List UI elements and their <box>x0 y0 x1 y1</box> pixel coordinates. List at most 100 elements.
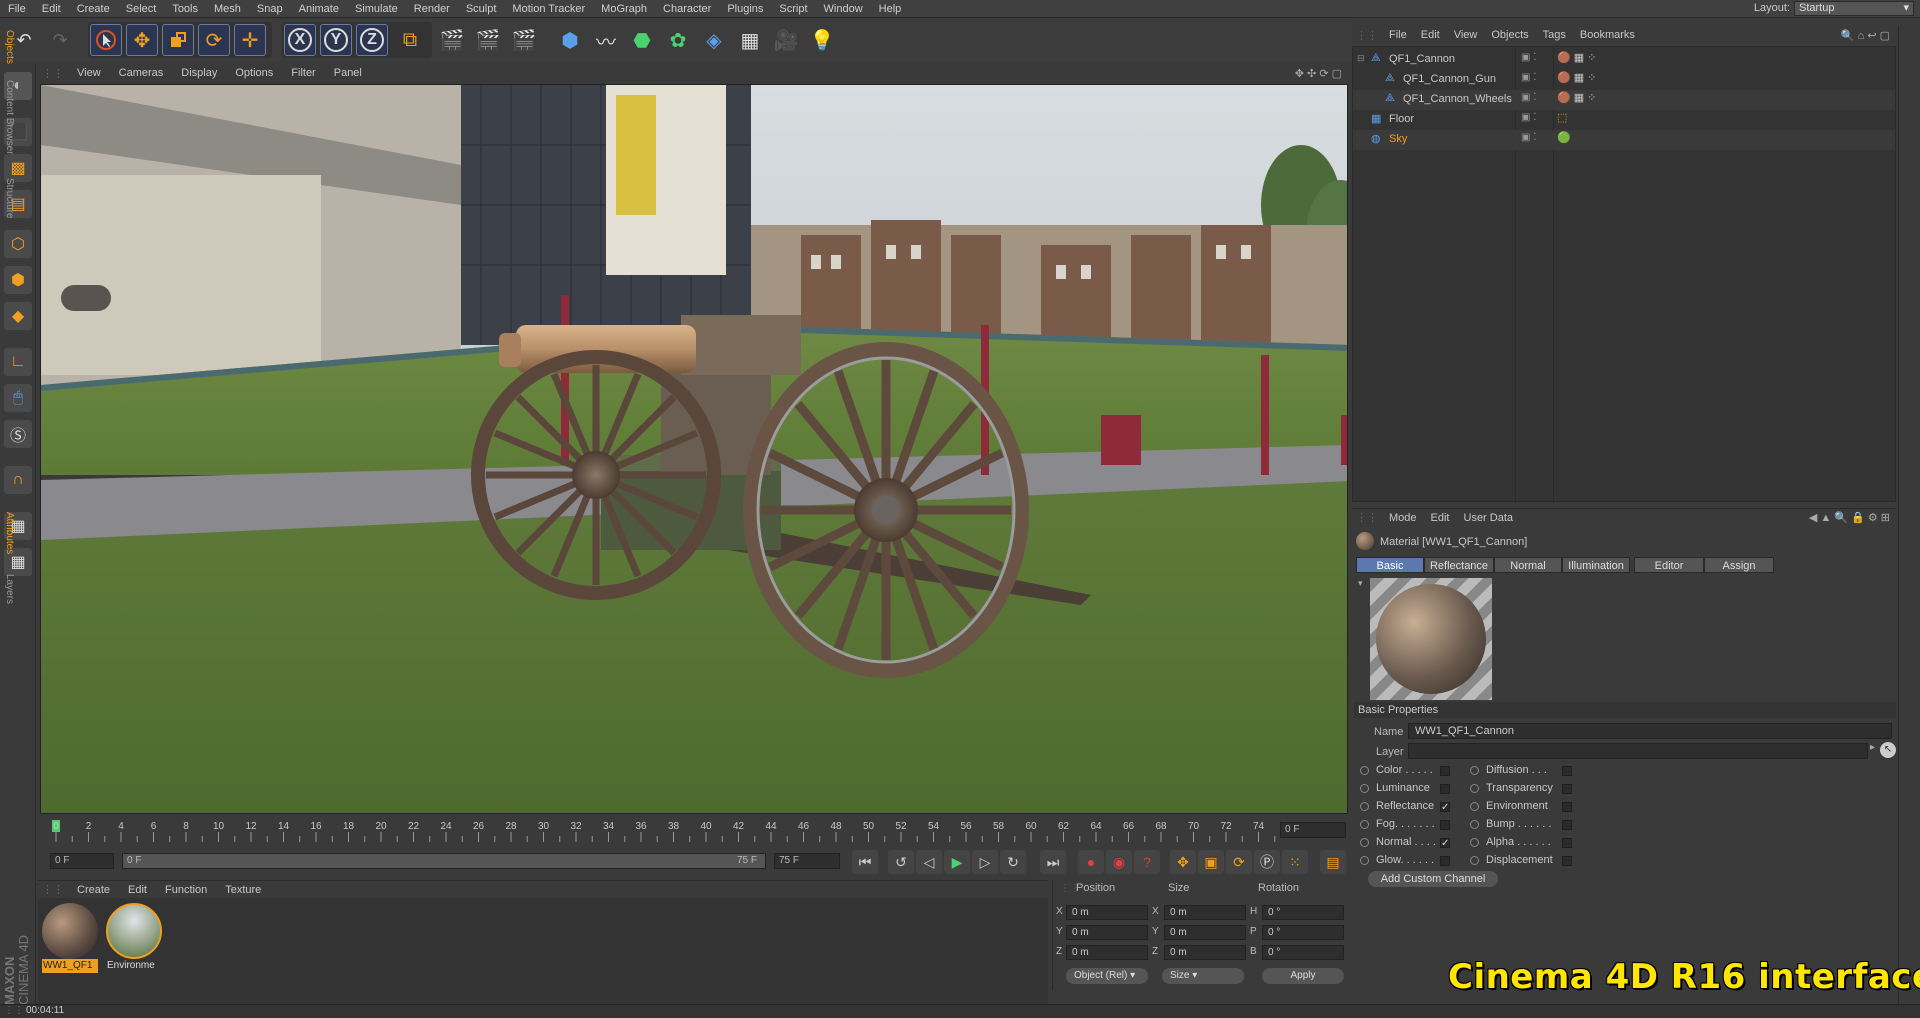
menu-snap[interactable]: Snap <box>249 3 291 15</box>
render-picture-viewer-icon[interactable]: 🎬 <box>472 24 504 56</box>
menu-sculpt[interactable]: Sculpt <box>458 3 505 15</box>
size-mode-select[interactable]: Size ▾ <box>1162 968 1244 984</box>
subdivision-surface-icon[interactable]: ⬣ <box>626 24 658 56</box>
visibility-dots-icon[interactable]: ▣ ⁚ <box>1521 52 1536 63</box>
viewport-menu-display[interactable]: Display <box>172 67 226 79</box>
object-row[interactable]: ⟁ QF1_Cannon_Gun ▣ ⁚ 🟤 ▦ ⁘ <box>1353 70 1895 90</box>
layer-picker-icon[interactable]: ↖ <box>1880 742 1896 758</box>
om-menu-edit[interactable]: Edit <box>1414 29 1447 41</box>
floor-scene-icon[interactable]: ▦ <box>734 24 766 56</box>
material-swatch[interactable]: WW1_QF1 <box>42 903 100 977</box>
radio-diffusion[interactable] <box>1470 766 1479 775</box>
radio-normal[interactable] <box>1360 838 1369 847</box>
channel-normal-checkbox[interactable]: ✓ <box>1440 838 1450 849</box>
radio-fog[interactable] <box>1360 820 1369 829</box>
collapse-arrow-icon[interactable]: ▾ <box>1358 578 1363 589</box>
channel-luminance-checkbox[interactable] <box>1440 784 1450 794</box>
material-swatch[interactable]: Environme <box>106 903 164 977</box>
channel-alpha-checkbox[interactable] <box>1562 838 1572 848</box>
layout-select[interactable]: Startup ▾ <box>1794 1 1914 16</box>
next-key-icon[interactable]: ↻ <box>1000 850 1026 874</box>
add-custom-channel-button[interactable]: Add Custom Channel <box>1368 871 1498 887</box>
viewport-menu-cameras[interactable]: Cameras <box>110 67 173 79</box>
attr-toolbar-icons[interactable]: ◀ ▲ 🔍 🔒 ⚙ ⊞ <box>1809 511 1896 524</box>
attr-menu-mode[interactable]: Mode <box>1382 512 1424 524</box>
scale-icon[interactable] <box>162 24 194 56</box>
object-row[interactable]: ▦ Floor ▣ ⁚ ⬚ <box>1353 110 1895 130</box>
side-tab-structure[interactable]: Structure <box>4 178 15 219</box>
viewport-3d[interactable] <box>40 84 1348 814</box>
attr-menu-user-data[interactable]: User Data <box>1457 512 1521 524</box>
channel-glow-checkbox[interactable] <box>1440 856 1450 866</box>
visibility-dots-icon[interactable]: ▣ ⁚ <box>1521 92 1536 103</box>
layer-field[interactable] <box>1408 743 1868 759</box>
menu-render[interactable]: Render <box>406 3 458 15</box>
render-view-icon[interactable]: 🎬 <box>436 24 468 56</box>
radio-transparency[interactable] <box>1470 784 1479 793</box>
tab-reflectance[interactable]: Reflectance <box>1424 557 1494 573</box>
visibility-dots-icon[interactable]: ▣ ⁚ <box>1521 132 1536 143</box>
menu-simulate[interactable]: Simulate <box>347 3 406 15</box>
axis-mode-icon[interactable]: ∟ <box>4 348 32 376</box>
current-frame-field[interactable]: 0 F <box>1280 822 1346 838</box>
layer-arrow-icon[interactable]: ▸ <box>1870 742 1875 753</box>
om-toolbar-icons[interactable]: 🔍 ⌂ ↩ ▢ <box>1841 29 1896 42</box>
cube-object-icon[interactable]: ⬢ <box>554 24 586 56</box>
material-tag-icon[interactable]: 🟤 ▦ ⁘ <box>1557 71 1596 84</box>
key-pla-icon[interactable]: ⁙ <box>1282 850 1308 874</box>
coordinate-mode-select[interactable]: Object (Rel) ▾ <box>1066 968 1148 984</box>
expand-icon[interactable]: ⊟ <box>1357 53 1365 64</box>
live-selection-icon[interactable] <box>90 24 122 56</box>
apply-button[interactable]: Apply <box>1262 968 1344 984</box>
om-menu-tags[interactable]: Tags <box>1536 29 1573 41</box>
start-frame-field[interactable]: 0 F <box>50 853 114 869</box>
object-row[interactable]: ⟁ QF1_Cannon_Wheels ▣ ⁚ 🟤 ▦ ⁘ <box>1353 90 1895 110</box>
rot-p-field[interactable]: 0 ° <box>1262 925 1344 940</box>
channel-environment-checkbox[interactable] <box>1562 802 1572 812</box>
menu-character[interactable]: Character <box>655 3 719 15</box>
viewport-navigation-icons[interactable]: ✥ ✣ ⟳ ▢ <box>1295 67 1348 80</box>
edges-mode-icon[interactable]: ⬢ <box>4 266 32 294</box>
material-preview-large[interactable] <box>1370 578 1492 700</box>
radio-glow[interactable] <box>1360 856 1369 865</box>
radio-luminance[interactable] <box>1360 784 1369 793</box>
menu-mograph[interactable]: MoGraph <box>593 3 655 15</box>
timeline-window-icon[interactable]: ▤ <box>1320 850 1346 874</box>
om-menu-bookmarks[interactable]: Bookmarks <box>1573 29 1642 41</box>
menu-plugins[interactable]: Plugins <box>719 3 771 15</box>
deformer-icon[interactable]: ◈ <box>698 24 730 56</box>
size-z-field[interactable]: 0 m <box>1164 945 1246 960</box>
tab-illumination[interactable]: Illumination <box>1562 557 1630 573</box>
preview-range-slider[interactable]: 0 F 75 F <box>122 853 766 869</box>
x-axis-lock-icon[interactable]: X <box>284 24 316 56</box>
channel-reflectance-checkbox[interactable]: ✓ <box>1440 802 1450 813</box>
pos-y-field[interactable]: 0 m <box>1066 925 1148 940</box>
tab-normal[interactable]: Normal <box>1494 557 1562 573</box>
tab-editor[interactable]: Editor <box>1634 557 1704 573</box>
channel-fog-checkbox[interactable] <box>1440 820 1450 830</box>
y-axis-lock-icon[interactable]: Y <box>320 24 352 56</box>
visibility-dots-icon[interactable]: ▣ ⁚ <box>1521 72 1536 83</box>
menu-mesh[interactable]: Mesh <box>206 3 249 15</box>
cloner-icon[interactable]: ✿ <box>662 24 694 56</box>
menu-edit[interactable]: Edit <box>34 3 69 15</box>
radio-reflectance[interactable] <box>1360 802 1369 811</box>
end-frame-field[interactable]: 75 F <box>774 853 840 869</box>
material-tag-icon[interactable]: 🟢 <box>1557 131 1571 144</box>
size-y-field[interactable]: 0 m <box>1164 925 1246 940</box>
material-menu-texture[interactable]: Texture <box>216 884 270 896</box>
rot-h-field[interactable]: 0 ° <box>1262 905 1344 920</box>
key-scale-icon[interactable]: ▣ <box>1198 850 1224 874</box>
z-axis-lock-icon[interactable]: Z <box>356 24 388 56</box>
radio-displacement[interactable] <box>1470 856 1479 865</box>
spline-pen-icon[interactable]: 〰 <box>590 24 622 56</box>
side-tab-attributes[interactable]: Attributes <box>4 512 15 554</box>
om-menu-view[interactable]: View <box>1447 29 1485 41</box>
redo-icon[interactable]: ↷ <box>44 24 76 56</box>
attr-menu-edit[interactable]: Edit <box>1424 512 1457 524</box>
menu-select[interactable]: Select <box>118 3 165 15</box>
material-menu-function[interactable]: Function <box>156 884 216 896</box>
menu-script[interactable]: Script <box>771 3 815 15</box>
menu-tools[interactable]: Tools <box>164 3 206 15</box>
points-mode-icon[interactable]: ⬡ <box>4 230 32 258</box>
